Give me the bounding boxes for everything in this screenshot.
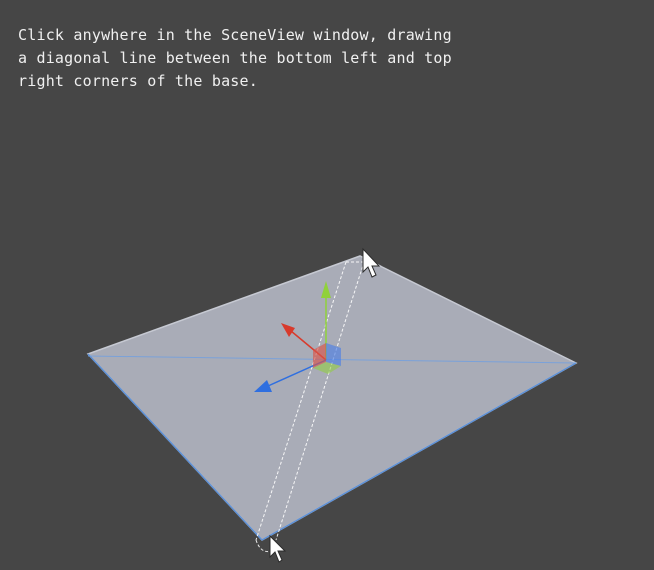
cursor-start-icon [269,534,287,563]
scene-viewport[interactable] [0,0,654,570]
scene-view-window[interactable]: Click anywhere in the SceneView window, … [0,0,654,570]
base-plane[interactable] [86,255,578,541]
